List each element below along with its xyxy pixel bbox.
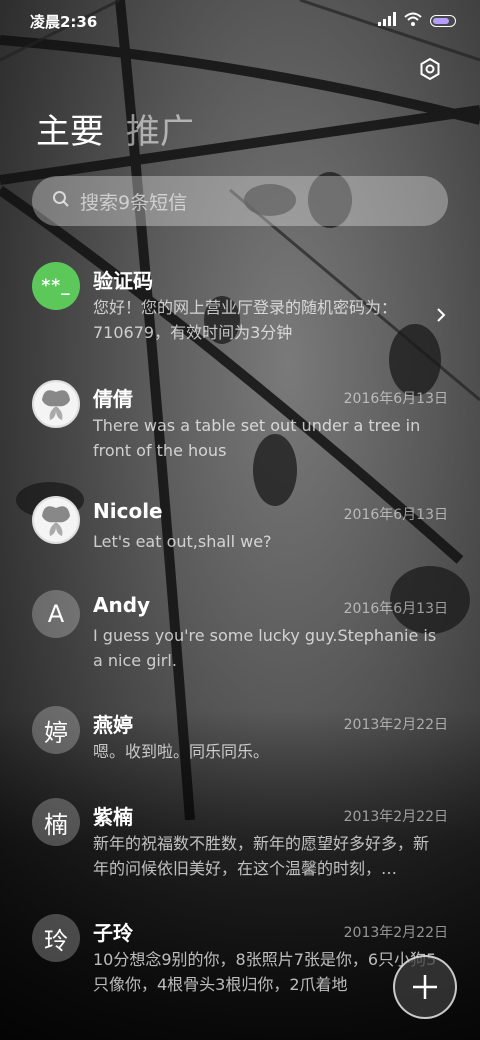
new-message-button[interactable] [393, 955, 457, 1019]
tab-promotion[interactable]: 推广 [126, 112, 194, 152]
contact-name: Andy [93, 593, 151, 617]
settings-icon [420, 57, 440, 81]
message-date: 2013年2月22日 [343, 717, 448, 733]
tab-main[interactable]: 主要 [36, 112, 104, 152]
status-bar: 凌晨2:36 [0, 0, 480, 40]
status-time: 凌晨2:36 [30, 13, 98, 31]
message-preview: I guess you're some lucky guy.Stephanie … [93, 626, 437, 670]
avatar: 楠 [32, 798, 80, 846]
avatar: 玲 [32, 914, 80, 962]
message-date: 2013年2月22日 [343, 809, 448, 825]
message-date: 2016年6月13日 [343, 601, 448, 617]
contact-name: 紫楠 [93, 805, 133, 829]
message-preview: 10分想念9别的你，8张照片7张是你，6只小狗5只像你，4根骨头3根归你，2爪着… [93, 950, 437, 994]
plus-icon [413, 975, 437, 999]
conversation-item[interactable]: 倩倩 2016年6月13日 There was a table set out … [0, 380, 480, 470]
contact-name: 燕婷 [93, 713, 133, 737]
butterfly-avatar-image [42, 390, 70, 420]
search-icon [52, 190, 70, 212]
contact-name: 子玲 [93, 921, 133, 945]
avatar [32, 496, 80, 544]
avatar: **_ [32, 262, 80, 310]
search-bar[interactable]: 搜索9条短信 [32, 176, 448, 226]
conversation-item[interactable]: **_ 验证码 您好！您的网上营业厅登录的随机密码为：710679，有效时间为3… [0, 262, 480, 352]
tab-bar: 主要 推广 [36, 112, 194, 152]
conversation-item[interactable]: 婷 燕婷 2013年2月22日 嗯。收到啦。同乐同乐。 [0, 706, 480, 776]
message-preview: 新年的祝福数不胜数，新年的愿望好多好多，新年的问候依旧美好，在这个温馨的时刻，… [93, 834, 430, 878]
message-date: 2016年6月13日 [343, 391, 448, 407]
avatar: 婷 [32, 706, 80, 754]
message-preview: 您好！您的网上营业厅登录的随机密码为：710679，有效时间为3分钟 [93, 298, 398, 342]
conversation-item[interactable]: A Andy 2016年6月13日 I guess you're some lu… [0, 590, 480, 680]
battery-icon [430, 14, 456, 27]
settings-button[interactable] [418, 57, 442, 81]
wifi-icon [404, 11, 422, 30]
contact-name: 验证码 [93, 269, 153, 293]
avatar: A [32, 590, 80, 638]
avatar [32, 380, 80, 428]
contact-name: Nicole [93, 499, 163, 523]
message-preview: 嗯。收到啦。同乐同乐。 [93, 742, 270, 761]
message-preview: There was a table set out under a tree i… [93, 416, 421, 460]
message-preview: Let's eat out,shall we? [93, 532, 272, 551]
butterfly-avatar-image [42, 506, 70, 536]
message-date: 2016年6月13日 [343, 507, 448, 523]
chevron-right-icon[interactable] [434, 308, 448, 322]
conversation-item[interactable]: Nicole 2016年6月13日 Let's eat out,shall we… [0, 496, 480, 566]
search-input[interactable]: 搜索9条短信 [80, 188, 187, 215]
signal-icon [378, 11, 396, 30]
conversation-item[interactable]: 楠 紫楠 2013年2月22日 新年的祝福数不胜数，新年的愿望好多好多，新年的问… [0, 798, 480, 888]
message-date: 2013年2月22日 [343, 925, 448, 941]
contact-name: 倩倩 [93, 387, 133, 411]
